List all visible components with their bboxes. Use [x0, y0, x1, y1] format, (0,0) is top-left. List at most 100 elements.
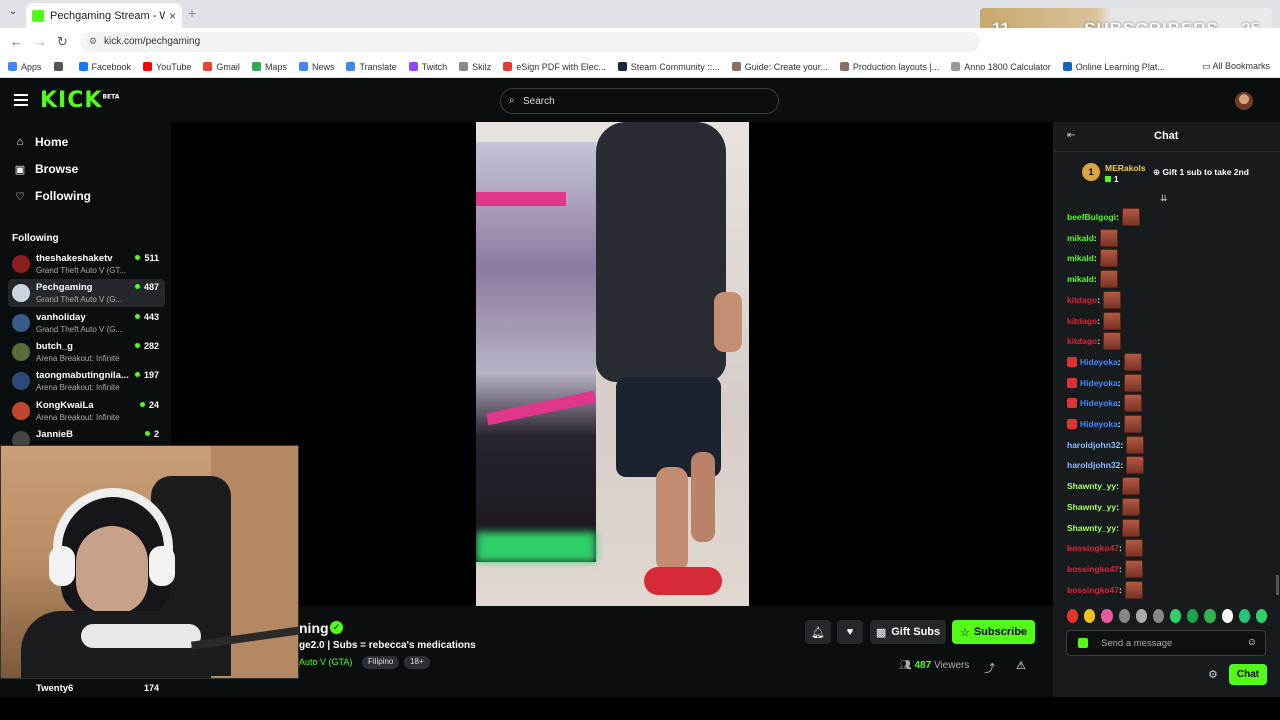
chat-username[interactable]: Hideyoka: [1080, 378, 1118, 388]
report-icon[interactable]: ⚠: [1016, 659, 1026, 672]
notification-bell-button[interactable]: 🔔︎: [805, 620, 831, 644]
collapse-chat-icon[interactable]: ⇤: [1067, 130, 1075, 141]
chat-message: kitdago:: [1067, 311, 1122, 331]
bookmark-item[interactable]: Steam Community ::...: [617, 62, 720, 72]
sidebar-channel-twenty6[interactable]: Twenty6 174: [8, 683, 165, 697]
chat-username[interactable]: bossingko47: [1067, 585, 1119, 595]
emote-icon[interactable]: [1135, 609, 1147, 623]
bookmark-item[interactable]: Guide: Create your...: [731, 62, 828, 72]
forward-icon[interactable]: →: [34, 34, 47, 49]
nav-browse[interactable]: ▣ Browse: [12, 162, 79, 176]
bookmark-item[interactable]: Production layouts |...: [839, 62, 939, 72]
chat-username[interactable]: Shawnty_yy: [1067, 523, 1116, 533]
chat-username[interactable]: mikald: [1067, 233, 1094, 243]
emote-icon[interactable]: [1255, 609, 1268, 623]
tab-close-icon[interactable]: ×: [169, 9, 176, 23]
chat-username[interactable]: mikald: [1067, 253, 1094, 263]
tab-search-dropdown-icon[interactable]: ⌄: [6, 6, 20, 20]
url-field[interactable]: ⚙ kick.com/pechgaming: [80, 32, 980, 52]
chat-username[interactable]: haroldjohn32: [1067, 460, 1120, 470]
emote-icon: [1099, 249, 1118, 268]
tag-18plus[interactable]: 18+: [404, 656, 430, 669]
chat-username[interactable]: Hideyoka: [1080, 357, 1118, 367]
bookmark-item[interactable]: Facebook: [78, 62, 131, 72]
nav-following[interactable]: ♡ Following: [12, 189, 91, 203]
emote-icon[interactable]: [1084, 609, 1096, 623]
sidebar-channel[interactable]: butch_g Arena Breakout: Infinite 282: [8, 338, 165, 366]
emote-icon[interactable]: [1152, 609, 1165, 623]
bookmark-item[interactable]: Apps: [8, 62, 42, 72]
tag-filipino[interactable]: Filipino: [362, 656, 400, 669]
sidebar-channel[interactable]: vanholiday Grand Theft Auto V (G... 443: [8, 309, 165, 337]
chat-username[interactable]: beefBulgogi: [1067, 212, 1116, 222]
chat-message: bossingko47:: [1067, 538, 1143, 558]
sidebar-channel[interactable]: theshakeshaketv Grand Theft Auto V (GT...…: [8, 250, 165, 278]
sidebar-channel[interactable]: taongmabutingnila... Arena Breakout: Infi…: [8, 367, 165, 395]
bookmark-item[interactable]: YouTube: [143, 62, 191, 72]
stream-category[interactable]: Auto V (GTA): [299, 657, 352, 667]
gift-leaderboard-prompt[interactable]: ⊕ Gift 1 sub to take 2nd: [1153, 167, 1249, 178]
emote-icon[interactable]: [1101, 609, 1113, 623]
gift-subs-button[interactable]: ▩ Gift Subs: [870, 620, 946, 644]
video-frame[interactable]: [476, 122, 749, 606]
follow-button[interactable]: ♥: [837, 620, 863, 644]
emote-icon[interactable]: [1170, 609, 1182, 623]
emote-icon[interactable]: [1204, 609, 1216, 623]
gift-subs-label: Gift Subs: [891, 626, 941, 638]
chat-username[interactable]: Shawnty_yy: [1067, 502, 1116, 512]
chat-username[interactable]: haroldjohn32: [1067, 440, 1120, 450]
chat-message: Hideyoka:: [1067, 414, 1142, 434]
emote-icon[interactable]: [1187, 609, 1199, 623]
sidebar-channel[interactable]: KongKwaiLa Arena Breakout: Infinite 24: [8, 397, 165, 425]
bookmark-item[interactable]: Maps: [251, 62, 287, 72]
emote-icon[interactable]: [1221, 609, 1233, 623]
bookmark-item[interactable]: Anno 1800 Calculator: [951, 62, 1051, 72]
bookmark-favicon-icon: [53, 62, 63, 71]
chat-username[interactable]: Hideyoka: [1080, 398, 1118, 408]
chat-username[interactable]: Shawnty_yy: [1067, 481, 1116, 491]
bookmark-item[interactable]: Online Learning Plat...: [1062, 62, 1165, 72]
kick-logo[interactable]: KICKBETA: [40, 88, 119, 113]
share-icon[interactable]: ⤴: [984, 660, 995, 676]
emote-icon[interactable]: [1238, 609, 1250, 623]
bookmark-item[interactable]: eSign PDF with Elec...: [503, 62, 606, 72]
chat-send-button[interactable]: Chat: [1229, 664, 1267, 685]
top-gifter-name[interactable]: MERakols: [1105, 163, 1146, 173]
chat-username[interactable]: kitdago: [1067, 295, 1097, 305]
gift-icon[interactable]: [1078, 638, 1088, 648]
emote-icon[interactable]: [1118, 609, 1130, 623]
user-avatar[interactable]: [1235, 92, 1253, 110]
user-badge-icon: [1067, 356, 1077, 367]
back-icon[interactable]: ←: [10, 34, 23, 49]
emoji-picker-icon[interactable]: ☺: [1247, 637, 1257, 648]
site-info-icon[interactable]: ⚙: [89, 36, 97, 47]
chat-username[interactable]: Hideyoka: [1080, 419, 1118, 429]
nav-home[interactable]: ⌂ Home: [12, 135, 69, 149]
stream-channel-name[interactable]: ning: [299, 620, 329, 636]
sidebar-channel[interactable]: Pechgaming Grand Theft Auto V (G... 487: [8, 279, 165, 308]
search-input[interactable]: ⌕ Search: [500, 88, 779, 114]
bookmark-item[interactable]: [53, 62, 67, 71]
chat-message-input[interactable]: Send a message ☺: [1066, 630, 1266, 656]
all-bookmarks-button[interactable]: ▭ All Bookmarks: [1202, 61, 1270, 72]
chat-settings-icon[interactable]: ⚙: [1208, 668, 1218, 681]
bookmark-item[interactable]: Skilz: [459, 62, 491, 72]
chat-username[interactable]: mikald: [1067, 274, 1094, 284]
menu-icon[interactable]: [14, 94, 28, 106]
chat-username[interactable]: bossingko47: [1067, 543, 1119, 553]
page-scrollbar[interactable]: [1276, 575, 1279, 595]
reload-icon[interactable]: ↻: [57, 34, 68, 50]
bookmark-item[interactable]: News: [298, 62, 334, 72]
chat-username[interactable]: kitdago: [1067, 316, 1097, 326]
chat-username[interactable]: kitdago: [1067, 336, 1097, 346]
bookmark-item[interactable]: Translate: [346, 62, 397, 72]
new-tab-icon[interactable]: +: [188, 5, 196, 21]
subscribe-button[interactable]: ☆ Subscribe: [952, 620, 1035, 644]
chat-username[interactable]: bossingko47: [1067, 564, 1119, 574]
bookmark-item[interactable]: Twitch: [408, 62, 447, 72]
tab-title: Pechgaming Stream - Watch...: [50, 9, 165, 22]
emote-icon[interactable]: [1067, 609, 1079, 623]
chat-scroll-down-icon[interactable]: ⇊: [1160, 193, 1168, 204]
bookmark-item[interactable]: Gmail: [203, 62, 240, 72]
browser-tab[interactable]: Pechgaming Stream - Watch... ×: [26, 3, 182, 28]
